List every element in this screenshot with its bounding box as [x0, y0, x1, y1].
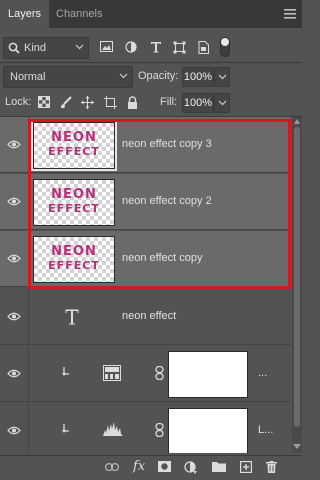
layer-name[interactable]: neon effect copy 2	[122, 195, 212, 207]
lock-label: Lock:	[5, 96, 32, 108]
lock-all-icon[interactable]	[127, 96, 138, 109]
eye-icon[interactable]	[7, 197, 21, 206]
levels-adjustment-icon[interactable]	[103, 422, 123, 436]
new-adjustment-icon[interactable]	[184, 461, 197, 474]
clipping-arrow-icon	[62, 367, 70, 377]
opacity-label: Opacity:	[138, 70, 179, 82]
gradient-map-adjustment-icon[interactable]	[103, 365, 121, 381]
layer-name[interactable]: neon effect copy	[122, 252, 203, 264]
lock-transparent-icon[interactable]	[38, 96, 50, 108]
layer-row[interactable]: L...	[0, 403, 291, 453]
tab-channels[interactable]: Channels	[48, 0, 110, 28]
opacity-dropdown-button[interactable]	[214, 67, 230, 87]
fill-input[interactable]: 100%	[182, 93, 214, 113]
layer-thumbnail[interactable]: NEON EFFECT	[31, 120, 117, 171]
layer-name[interactable]: neon effect copy 3	[122, 138, 212, 150]
layers-scrollbar[interactable]	[292, 117, 302, 453]
panel-tab-bar: Layers Channels	[0, 0, 302, 28]
scroll-up-icon[interactable]	[294, 119, 300, 125]
layer-name[interactable]: L...	[258, 424, 273, 436]
blend-row: Normal Opacity: 100%	[0, 64, 302, 88]
delete-icon[interactable]	[266, 461, 277, 473]
lock-artboard-icon[interactable]	[104, 96, 117, 109]
fx-icon[interactable]: fx	[133, 459, 145, 474]
eye-icon[interactable]	[7, 426, 21, 435]
add-mask-icon[interactable]	[158, 461, 171, 472]
thumbnail-text: EFFECT	[48, 202, 100, 215]
eye-icon[interactable]	[7, 254, 21, 263]
link-layers-icon[interactable]	[105, 463, 119, 471]
filter-kind-dropdown[interactable]: Kind	[3, 37, 89, 59]
layer-name[interactable]: ...	[258, 367, 267, 379]
chevron-down-icon	[75, 44, 84, 50]
layer-mask-thumbnail[interactable]	[168, 408, 248, 453]
layer-row[interactable]: NEON EFFECT neon effect copy	[0, 231, 291, 287]
shape-filter-icon[interactable]	[173, 41, 186, 54]
layer-row[interactable]: NEON EFFECT neon effect copy 3	[0, 117, 291, 173]
fill-dropdown-button[interactable]	[214, 93, 230, 113]
lock-position-icon[interactable]	[81, 96, 94, 109]
text-layer-icon[interactable]	[65, 309, 79, 325]
adjustment-filter-icon[interactable]	[125, 41, 137, 53]
layer-row[interactable]: neon effect	[0, 289, 291, 345]
lock-row: Lock: Fill: 100%	[0, 92, 302, 114]
blend-mode-value: Normal	[10, 71, 46, 83]
mask-link-icon[interactable]	[155, 423, 164, 437]
thumbnail-text: NEON	[51, 130, 97, 145]
scrollbar-thumb[interactable]	[294, 127, 300, 427]
search-icon	[8, 42, 20, 54]
chevron-down-icon	[215, 100, 229, 106]
filter-kind-label: Kind	[24, 42, 47, 54]
layers-list: NEON EFFECT neon effect copy 3 NEON EFFE…	[0, 117, 291, 453]
mask-link-icon[interactable]	[155, 366, 164, 380]
thumbnail-text: NEON	[51, 187, 97, 202]
scroll-down-icon[interactable]	[293, 444, 301, 450]
layer-row[interactable]: NEON EFFECT neon effect copy 2	[0, 174, 291, 230]
panel-menu-icon[interactable]	[284, 9, 296, 19]
eye-icon[interactable]	[7, 312, 21, 321]
eye-icon[interactable]	[7, 140, 21, 149]
layer-name[interactable]: neon effect	[122, 310, 176, 322]
new-layer-icon[interactable]	[240, 461, 252, 473]
thumbnail-text: NEON	[51, 244, 97, 259]
tab-layers[interactable]: Layers	[0, 0, 50, 28]
type-filter-icon[interactable]	[150, 41, 162, 53]
opacity-input[interactable]: 100%	[182, 67, 214, 87]
new-group-icon[interactable]	[212, 461, 226, 472]
thumbnail-text: EFFECT	[48, 259, 100, 272]
clipping-arrow-icon	[62, 424, 70, 434]
layer-thumbnail[interactable]: NEON EFFECT	[33, 236, 115, 283]
layer-thumbnail[interactable]: NEON EFFECT	[33, 179, 115, 226]
layers-footer: fx	[0, 455, 302, 480]
chevron-down-icon	[215, 74, 229, 80]
filter-toggle-icon[interactable]	[220, 37, 230, 57]
thumbnail-text: EFFECT	[48, 145, 100, 158]
divider	[0, 62, 302, 63]
image-filter-icon[interactable]	[100, 41, 113, 52]
chevron-down-icon	[119, 73, 128, 79]
eye-icon[interactable]	[7, 369, 21, 378]
lock-image-icon[interactable]	[60, 96, 72, 109]
fill-label: Fill:	[160, 96, 178, 108]
layer-mask-thumbnail[interactable]	[168, 351, 248, 398]
blend-mode-dropdown[interactable]: Normal	[3, 66, 133, 88]
smart-object-filter-icon[interactable]	[198, 41, 209, 54]
layer-filter-row: Kind	[0, 34, 302, 60]
layer-row[interactable]: ...	[0, 346, 291, 402]
